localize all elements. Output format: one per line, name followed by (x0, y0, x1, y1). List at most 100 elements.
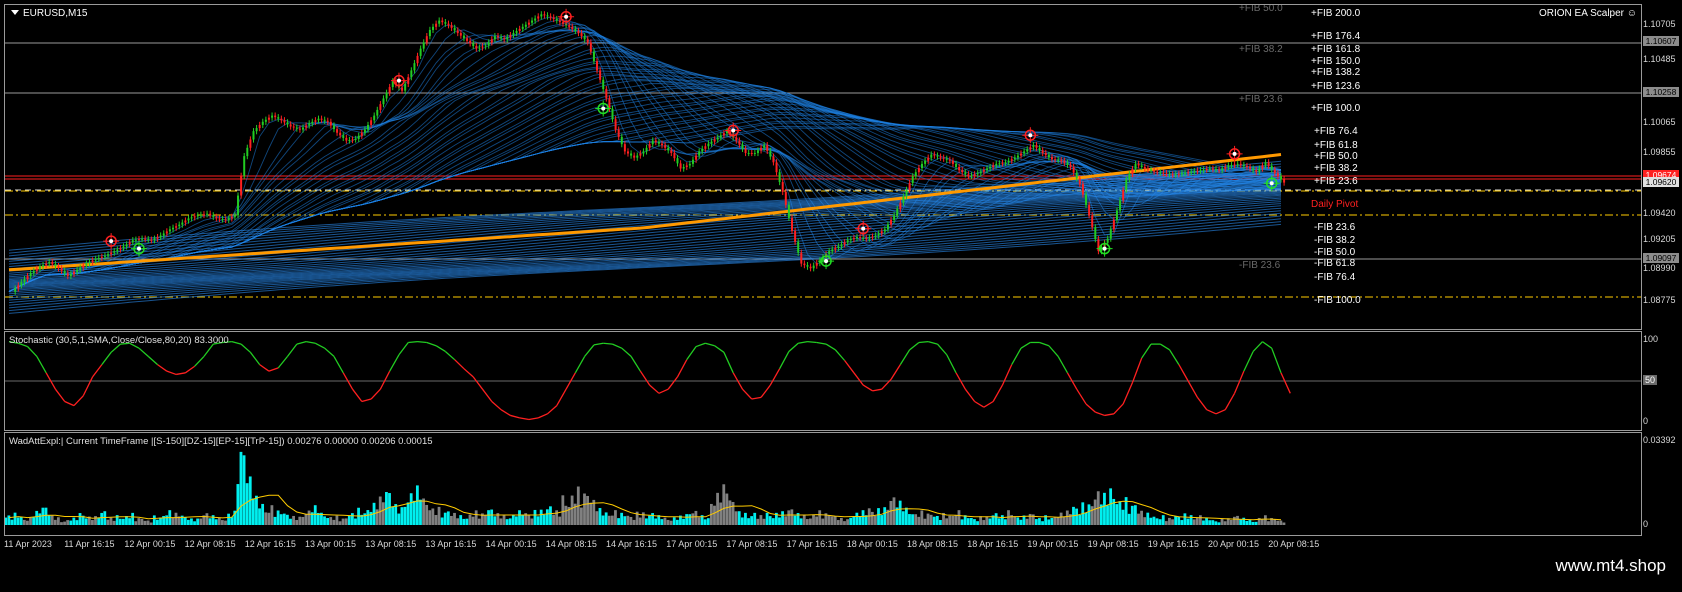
candle-body (144, 238, 147, 240)
candle-body (852, 238, 855, 240)
candle-body (865, 238, 868, 240)
wad-histogram-bar (1000, 515, 1004, 525)
candle-body (951, 160, 954, 164)
time-axis[interactable]: 11 Apr 2023 11 Apr 16:15 12 Apr 00:15 12 Ap… (0, 536, 1640, 552)
candle-body (1221, 168, 1224, 171)
candle-body (834, 248, 837, 250)
wad-histogram-bar (344, 518, 348, 525)
stochastic-segment (481, 388, 493, 402)
candle-body (970, 175, 973, 177)
candle-body (267, 117, 270, 120)
candle-body (354, 138, 357, 140)
wad-histogram-bar (744, 512, 747, 525)
stochastic-segment (287, 343, 298, 357)
candle-body (26, 276, 29, 280)
wad-histogram-bar (1161, 515, 1165, 525)
price-chart-pane[interactable]: EURUSD,M15 ORION EA Scalper ☺ +FIB 200.0… (4, 4, 1642, 330)
candle-body (1280, 176, 1282, 180)
wad-histogram-bar (1084, 512, 1088, 525)
candle-body (1020, 153, 1023, 156)
wad-histogram-pane[interactable]: WadAttExpl:| Current TimeFrame |[S-150][… (4, 432, 1642, 536)
stochastic-segment (686, 346, 697, 361)
stochastic-segment (352, 388, 363, 402)
candle-body (326, 120, 329, 122)
stochastic-pane[interactable]: Stochastic (30,5,1,SMA,Close/Close,80,20… (4, 331, 1642, 431)
candle-body (1205, 169, 1208, 171)
price-axis[interactable]: 1.10705 1.10485 1.10065 1.09855 1.09420 1.092… (1640, 4, 1682, 328)
stochastic-segment (909, 341, 920, 351)
candle-body (503, 38, 506, 40)
dropdown-triangle-icon[interactable] (11, 10, 19, 15)
stochastic-segment (82, 376, 94, 397)
wad-histogram-bar (1276, 520, 1280, 525)
candle-body (323, 119, 326, 121)
stochastic-segment (510, 414, 520, 419)
stochastic-segment (751, 396, 762, 400)
wad-histogram-bar (456, 518, 460, 525)
wad-histogram-bar (604, 512, 608, 525)
candle-body (227, 218, 230, 220)
candle-body (812, 265, 815, 269)
wad-histogram-bar (273, 516, 277, 525)
candle-body (416, 55, 419, 64)
candle-body (1078, 178, 1081, 185)
stochastic-segment (621, 347, 632, 357)
wad-histogram-bar (459, 515, 463, 525)
candle-body (1215, 169, 1218, 171)
candle-body (877, 233, 880, 236)
candle-body (444, 22, 447, 24)
candle-body (676, 158, 679, 164)
candle-body (577, 30, 580, 34)
candle-body (42, 265, 45, 267)
candle-body (271, 115, 274, 118)
wad-histogram-bar (740, 517, 744, 525)
wad-histogram-bar (13, 512, 17, 525)
time-tick: 12 Apr 00:15 (124, 539, 176, 549)
stochastic-segment (27, 346, 38, 357)
stochastic-segment (268, 367, 279, 372)
candle-body (1041, 150, 1044, 153)
candle-body (1258, 168, 1261, 172)
candle-body (1171, 174, 1174, 176)
candle-body (475, 46, 478, 49)
candle-body (150, 239, 153, 241)
candle-body (38, 266, 41, 269)
candle-body (1150, 169, 1153, 171)
candle-body (484, 45, 487, 47)
candle-body (979, 171, 982, 174)
candle-body (202, 214, 205, 216)
wad-histogram-bar (1038, 518, 1041, 525)
stochastic-segment (1039, 341, 1050, 347)
candle-body (23, 279, 26, 283)
wad-histogram-bar (156, 519, 159, 525)
signal-dot (601, 106, 606, 111)
candle-body (410, 70, 413, 78)
wad-histogram-bar (366, 510, 370, 525)
candle-body (35, 268, 38, 271)
wad-histogram-bar (499, 518, 503, 525)
price-chart-canvas[interactable] (5, 5, 1641, 329)
candle-body (1137, 163, 1140, 166)
wad-histogram-bar (645, 518, 648, 525)
candle-body (413, 63, 416, 71)
candle-body (469, 40, 472, 44)
stochastic-segment (1206, 409, 1217, 415)
candle-body (360, 132, 363, 136)
candle-body (856, 237, 858, 239)
stochastic-segment (760, 384, 771, 398)
wad-histogram-bar (883, 507, 887, 525)
candle-body (1088, 204, 1091, 216)
candle-body (1081, 184, 1084, 195)
wad-histogram-bar (666, 519, 670, 525)
candle-body (363, 129, 366, 133)
wad-histogram-canvas[interactable] (5, 433, 1641, 535)
candle-body (128, 242, 131, 245)
wad-histogram-bar (1025, 518, 1029, 525)
stochastic-segment (992, 384, 1004, 402)
candle-body (738, 140, 741, 145)
wad-histogram-bar (415, 485, 419, 525)
candle-body (1159, 172, 1162, 174)
wad-histogram-bar (935, 515, 939, 525)
candle-body (939, 156, 942, 158)
stochastic-canvas[interactable] (5, 332, 1641, 430)
